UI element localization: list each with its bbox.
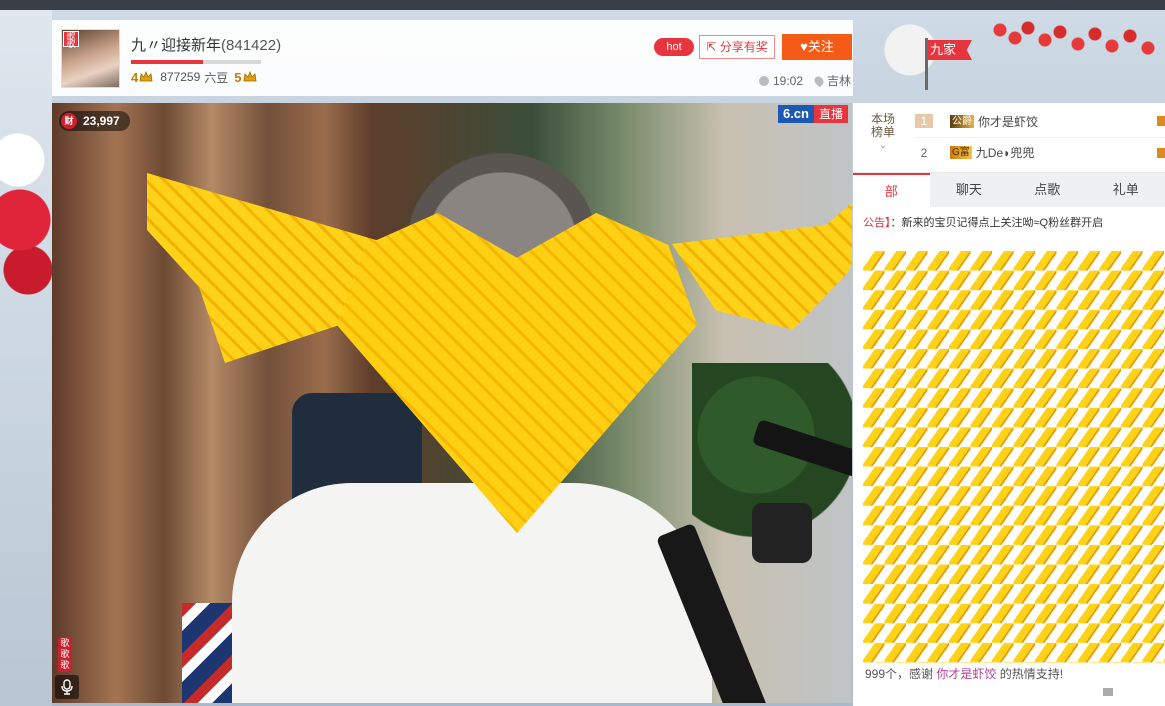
wealth-badge: 财 23,997 [59,111,130,131]
live-label: 直播 [813,105,848,123]
live-location: 吉林 [827,74,852,88]
room-header: 歌歌 九〃迎接新年(841422) 4 877259 六豆 5 hot ⇱ 分享… [52,20,853,96]
brand-logo: 6.cn [777,105,814,123]
tab-song-request[interactable]: 点歌 [1008,173,1086,207]
rank-label[interactable]: 本场 榜单 ⌄ [863,113,903,152]
video-mic-mount [752,503,812,563]
share-button[interactable]: ⇱ 分享有奖 [699,35,775,59]
avatar-badge: 歌歌 [63,31,79,49]
rank-row[interactable]: 1 公爵 你才是虾饺 [915,106,1165,136]
share-label: 分享有奖 [719,40,768,54]
time-location-row: 19:02 吉林 [759,72,851,89]
gift-wing-right [672,168,852,330]
clock-icon [759,75,769,86]
location-pin-icon [812,74,826,87]
scroll-indicator-icon[interactable] [1103,688,1113,696]
rank-label-line1: 本场 [870,112,895,126]
gift-thanks-suffix: 的热情支持! [999,667,1064,681]
background-decoration-berries [850,10,1165,100]
currency-label: 六豆 [204,70,229,85]
gift-icon [1157,116,1165,126]
rank-row[interactable]: 2 G富 九De◗兜兜 [915,137,1165,167]
microphone-icon [61,679,73,695]
announcement: 公告】：新来的宝贝记得点上关注呦≈Q粉丝群开启 [863,214,1163,230]
tab-all[interactable]: 部 [853,173,930,207]
gift-icon [1157,147,1165,158]
family-flag-pole [925,38,928,90]
level-row: 4 877259 六豆 5 [131,69,260,85]
top-bar [0,0,1165,10]
anchor-avatar[interactable]: 歌歌 [61,29,120,88]
rank-badge: 公爵 [950,114,974,128]
side-tag: 歌歌歌 [58,638,72,672]
gift-animation-grid [863,251,1165,663]
rank-user-name: 九De◗兜兜 [975,146,1035,160]
chevron-down-icon: ⌄ [878,140,888,151]
share-icon: ⇱ [706,40,720,54]
gift-thanks-message: 999个，感谢 你才是虾饺 的热情支持! [865,665,1063,682]
hot-badge: hot [654,38,694,56]
rank-label-line2: 榜单 [870,125,895,139]
video-person-shirt [232,483,712,703]
wealth-level: 5 [234,69,242,85]
follow-button[interactable]: ♥关注 [782,34,852,60]
rank-position: 2 [920,145,928,160]
room-id: (841422) [221,37,282,54]
anchor-level: 4 [131,69,139,85]
room-name: 九〃迎接新年 [131,37,222,54]
crown-icon [139,71,153,82]
fans-count: 877259 [160,70,201,84]
wealth-value: 23,997 [83,114,120,128]
follow-label: 关注 [807,39,834,54]
live-time: 19:02 [773,73,804,88]
gift-thanks-user[interactable]: 你才是虾饺 [936,667,996,681]
level-progress-fill [131,60,203,64]
gift-thanks-prefix: 999个，感谢 [865,667,934,681]
tab-gift-list[interactable]: 礼单 [1087,173,1165,207]
rank-badge: G富 [950,146,972,159]
wealth-coin-icon: 财 [61,113,77,129]
rank-position: 1 [915,114,933,128]
level-progress-bar [131,60,261,64]
side-panel: 本场 榜单 ⌄ 1 公爵 你才是虾饺 2 G富 九De◗兜兜 部 聊天 点歌 礼… [853,103,1165,706]
heart-icon: ♥ [800,39,808,54]
crown-icon [243,71,256,82]
rank-user-name: 你才是虾饺 [978,114,1039,129]
announcement-text: ：新来的宝贝记得点上关注呦≈Q粉丝群开启 [890,217,1104,229]
live-video[interactable]: 财 23,997 6.cn 直播 歌歌歌 [52,103,852,703]
family-flag[interactable]: 九家 [928,40,972,60]
mic-button[interactable] [55,675,79,699]
brand-watermark: 6.cn 直播 [777,105,848,123]
room-title: 九〃迎接新年(841422) [131,34,281,55]
tab-chat[interactable]: 聊天 [930,173,1008,207]
rank-board: 本场 榜单 ⌄ 1 公爵 你才是虾饺 2 G富 九De◗兜兜 [853,103,1165,173]
panel-tabs: 部 聊天 点歌 礼单 [853,173,1165,207]
background-decoration-left [0,10,52,706]
announcement-tag: 公告】 [863,217,891,229]
